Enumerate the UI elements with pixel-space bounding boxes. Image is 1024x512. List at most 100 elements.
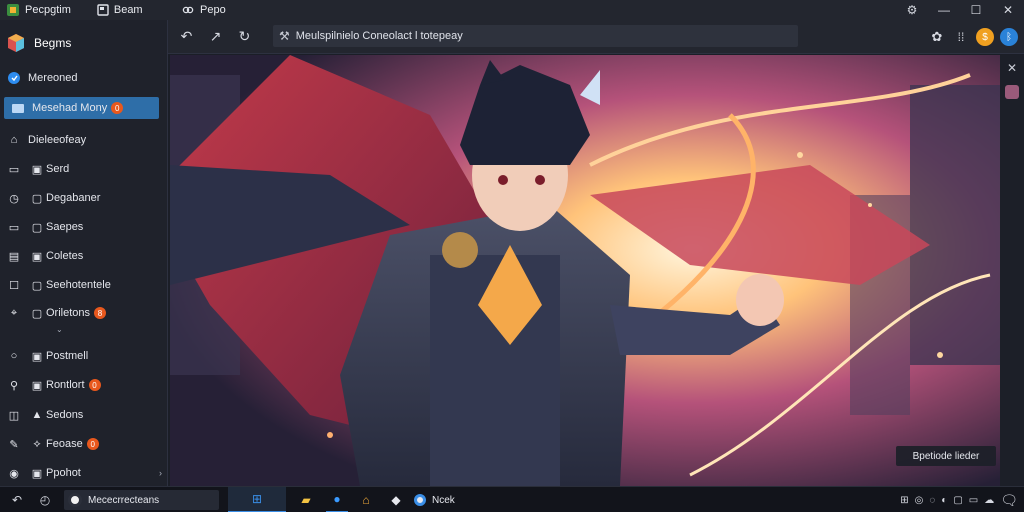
sidebar-item-label: Feoase [46,438,83,450]
battery-icon[interactable]: ▭ [969,495,978,506]
artwork-viewer[interactable] [170,55,1000,486]
sidebar-item-label: Degabaner [46,192,101,204]
store-icon: ⌂ [362,493,370,507]
shield-icon [0,71,28,85]
sidebar-item-postmell[interactable]: ○ ▣ Postmell [0,345,168,367]
sidebar-item-oriletons[interactable]: ⌖ ▢ Oriletons 8 [0,302,168,324]
minimize-button[interactable]: — [928,0,960,20]
coin-icon: $ [982,31,988,43]
tab-label: Pepo [200,4,226,16]
network-icon[interactable]: ⊞ [900,495,908,506]
app-beam[interactable]: Beam [91,4,143,16]
sidebar-item-mereoned[interactable]: Mereoned [0,67,168,89]
maximize-button[interactable]: ☐ [960,0,992,20]
taskbar-app-files[interactable]: ▰ [296,487,316,512]
sidebar-item-label: Rontlort [46,379,85,391]
apps-button[interactable]: ⁞⁞ [952,28,970,46]
sidebar-item-ppohot[interactable]: ◉ ▣ Ppohot › [0,462,168,484]
sidebar-item-label: Coletes [46,250,84,262]
undo-button[interactable]: ↶ [6,487,28,512]
count-badge: 8 [94,307,107,319]
minimize-icon: — [938,3,950,17]
title-bar: Pecpgtim Beam Pepo ⚙ — ☐ ✕ [0,0,1024,20]
puzzle-icon: ✿ [931,29,943,44]
sidebar-item-seehotentele[interactable]: ☐ ▢ Seehotentele [0,274,168,296]
count-badge: 0 [88,379,101,391]
diamond-icon: ◆ [391,493,401,507]
up-button[interactable]: ↗ [201,20,230,54]
sidebar-item-label: Dieleeofeay [28,134,87,146]
extensions-button[interactable]: ✿ [928,28,946,46]
sidebar-item-degabaner[interactable]: ◷ ▢ Degabaner [0,187,168,209]
close-button[interactable]: ✕ [992,0,1024,20]
cloud-icon[interactable]: ☁ [984,495,994,506]
back-button[interactable]: ↶ [172,20,201,54]
image-icon: ▣ [31,163,43,176]
chat-icon: ○ [10,350,18,362]
sidebar-item-coletes[interactable]: ▤ ▣ Coletes [0,245,168,267]
sidebar-header[interactable]: Begms [0,20,167,66]
count-badge: 0 [111,102,124,114]
sidebar-item-label: Saepes [46,221,84,233]
chevron-down-icon[interactable]: ⌄ [56,325,63,334]
box-icon: ☐ [9,279,19,292]
grid-icon: ⁞⁞ [957,30,965,44]
taskbar-app-tool[interactable]: ◆ [386,487,406,512]
sidebar-item-rontlort[interactable]: ⚲ ▣ Rontlort 0 [0,374,168,396]
tooltip: Bpetiode lieder [896,446,996,466]
app-logo-icon [7,4,19,16]
taskbar-app-browser[interactable]: ● [326,487,348,512]
sidebar-item-label: Seehotentele [46,279,111,291]
notification-icon[interactable]: ▢ [953,495,962,506]
chat-icon[interactable]: 🗨 [1000,492,1018,509]
address-input[interactable] [295,30,776,42]
image-icon: ▣ [31,467,43,480]
maximize-icon: ☐ [970,3,982,17]
pin-icon[interactable]: ✕ [1007,61,1017,75]
box-icon: ◫ [8,409,20,422]
taskbar-app-explorer[interactable]: ⊞ [228,487,286,512]
settings-button[interactable]: ⚙ [896,0,928,20]
folder-icon [4,102,32,114]
globe-icon: ● [333,492,341,506]
sidebar-item-dieleeofeay[interactable]: ⌂ Dieleeofeay [0,129,168,151]
count-badge: 0 [86,438,99,450]
sidebar-item-sedons[interactable]: ◫ ▲ Sedons [0,404,168,426]
avatar[interactable] [1005,85,1019,99]
document-icon: ▢ [31,307,43,320]
document-icon: ▢ [31,192,43,205]
sync-icon[interactable]: ◎ [915,495,924,506]
undo-icon: ↶ [11,493,23,507]
volume-icon[interactable]: ◌ [929,495,935,506]
address-bar[interactable]: ⚒ [273,25,798,47]
taskbar-app-label: Ncek [432,494,455,506]
app-pecpgtim[interactable]: Pecpgtim [0,3,71,17]
chevron-right-icon[interactable]: › [159,468,162,478]
book-icon [97,4,109,16]
system-tray: ⊞ ◎ ◌ ◐ ▢ ▭ ☁ 🗨 [900,487,1024,512]
image-icon: ▭ [8,221,20,234]
settings-icon[interactable]: ◐ [941,495,947,506]
toolbar: ↶ ↗ ↻ ⚒ ✿ ⁞⁞ $ ᛒ [168,20,1024,54]
sidebar-item-saepes[interactable]: ▭ ▢ Saepes [0,216,168,238]
taskbar-search[interactable]: Mececrrecteans [64,490,219,510]
sidebar-item-feoase[interactable]: ✎ ⟡ Feoase 0 [0,433,168,455]
timer-button[interactable]: ◴ [34,487,56,512]
bluetooth-button[interactable]: ᛒ [1000,28,1018,46]
sidebar-item-serd[interactable]: ▭ ▣ Serd [0,158,168,180]
right-rail: ✕ [1000,55,1024,486]
taskbar-app-store[interactable]: ⌂ [356,487,376,512]
back-icon: ↶ [180,28,193,44]
inbox-icon: ▣ [31,379,43,392]
coin-button[interactable]: $ [976,28,994,46]
sidebar-header-label: Begms [34,36,72,50]
share-icon: ⟡ [33,437,41,450]
tab-pepo[interactable]: Pepo [170,0,226,20]
list-icon: ▤ [8,250,20,263]
sidebar-item-mesehad-mony[interactable]: Mesehad Mony 0 [4,97,159,119]
document-icon: ▢ [31,279,43,292]
taskbar-app-ncek[interactable]: Ncek [414,487,470,512]
taskbar: ↶ ◴ Mececrrecteans ⊞ ▰ ● ⌂ ◆ Ncek ⊞ ◎ ◌ … [0,486,1024,512]
info-icon: ◉ [9,467,19,480]
refresh-button[interactable]: ↻ [230,20,259,54]
